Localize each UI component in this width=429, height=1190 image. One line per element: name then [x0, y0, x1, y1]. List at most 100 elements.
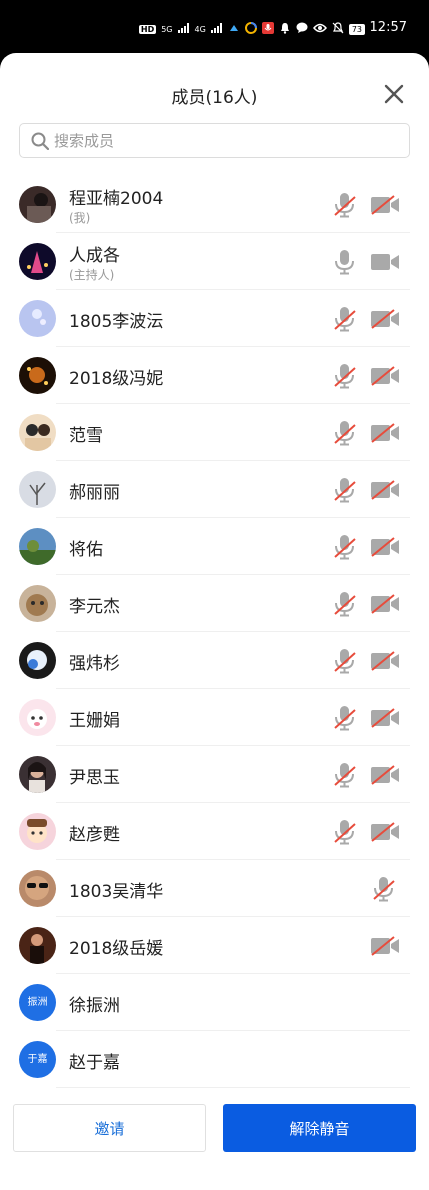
signal-icon — [210, 23, 223, 35]
camera-off-icon[interactable] — [370, 765, 400, 785]
camera-off-icon[interactable] — [370, 423, 400, 443]
member-role-label: (主持人) — [69, 268, 115, 282]
member-row[interactable]: 郝丽丽 — [0, 461, 429, 518]
app-icon — [244, 22, 257, 36]
avatar — [19, 300, 56, 337]
notification-bell-icon — [279, 22, 291, 36]
camera-off-icon[interactable] — [370, 936, 400, 956]
network-5g: 5G — [161, 24, 173, 34]
member-row[interactable]: 李元杰 — [0, 575, 429, 632]
member-name: 程亚楠2004 — [69, 189, 164, 209]
avatar — [19, 642, 56, 679]
camera-off-icon[interactable] — [370, 480, 400, 500]
avatar: 于嘉 — [19, 1041, 56, 1078]
member-name: 尹思玉 — [69, 768, 120, 788]
camera-off-icon[interactable] — [370, 822, 400, 842]
chat-bubble-icon — [296, 22, 308, 36]
search-box[interactable] — [19, 123, 410, 158]
avatar — [19, 528, 56, 565]
recording-icon — [261, 22, 274, 36]
member-name: 强炜杉 — [69, 654, 120, 674]
row-divider — [56, 1087, 410, 1088]
avatar — [19, 186, 56, 223]
camera-off-icon[interactable] — [370, 537, 400, 557]
member-name: 2018级冯妮 — [69, 369, 164, 389]
eye-icon — [312, 23, 327, 35]
avatar — [19, 243, 56, 280]
member-name: 1805李波沄 — [69, 312, 164, 332]
invite-button[interactable]: 邀请 — [13, 1104, 206, 1152]
camera-off-icon[interactable] — [370, 651, 400, 671]
camera-off-icon[interactable] — [370, 195, 400, 215]
member-row[interactable]: 1803吴清华 — [0, 860, 429, 917]
member-row[interactable]: 1805李波沄 — [0, 290, 429, 347]
member-row[interactable]: 于嘉 赵于嘉 — [0, 1031, 429, 1088]
member-row[interactable]: 程亚楠2004 (我) — [0, 176, 429, 233]
member-name: 1803吴清华 — [69, 882, 164, 902]
status-bar: HD 5G 4G 73 12:57 — [0, 0, 429, 56]
member-row[interactable]: 尹思玉 — [0, 746, 429, 803]
member-name: 郝丽丽 — [69, 483, 120, 503]
member-row[interactable]: 2018级冯妮 — [0, 347, 429, 404]
avatar — [19, 357, 56, 394]
search-input[interactable] — [54, 130, 394, 152]
members-panel: 成员(16人) 程亚楠2004 (我) 人成各 (主持人) 1805李波沄 2018级冯妮… — [0, 53, 429, 1190]
avatar — [19, 927, 56, 964]
hd-indicator: HD — [138, 24, 157, 34]
member-row[interactable]: 赵彦甦 — [0, 803, 429, 860]
avatar — [19, 414, 56, 451]
mic-muted-icon[interactable] — [333, 591, 357, 617]
member-row[interactable]: 振洲 徐振洲 — [0, 974, 429, 1031]
mic-muted-icon[interactable] — [333, 648, 357, 674]
member-name: 范雪 — [69, 426, 103, 446]
member-row[interactable]: 人成各 (主持人) — [0, 233, 429, 290]
member-name: 王姗娟 — [69, 711, 120, 731]
mic-muted-icon[interactable] — [333, 819, 357, 845]
avatar — [19, 870, 56, 907]
panel-title: 成员(16人) — [171, 88, 258, 108]
member-list: 程亚楠2004 (我) 人成各 (主持人) 1805李波沄 2018级冯妮 范雪郝丽丽将佑李… — [0, 176, 429, 1088]
camera-off-icon[interactable] — [370, 366, 400, 386]
close-icon[interactable] — [383, 83, 405, 105]
camera-off-icon[interactable] — [370, 594, 400, 614]
member-row[interactable]: 强炜杉 — [0, 632, 429, 689]
camera-icon[interactable] — [370, 252, 400, 272]
signal-icon — [177, 23, 190, 35]
avatar: 振洲 — [19, 984, 56, 1021]
mic-muted-icon[interactable] — [333, 762, 357, 788]
avatar — [19, 585, 56, 622]
member-row[interactable]: 范雪 — [0, 404, 429, 461]
mic-muted-icon[interactable] — [333, 192, 357, 218]
mute-bell-icon — [332, 22, 344, 36]
avatar — [19, 813, 56, 850]
member-name: 赵于嘉 — [69, 1053, 120, 1073]
mic-icon[interactable] — [333, 249, 357, 275]
avatar — [19, 756, 56, 793]
avatar — [19, 699, 56, 736]
network-4g: 4G — [194, 24, 206, 34]
member-row[interactable]: 将佑 — [0, 518, 429, 575]
camera-off-icon[interactable] — [370, 708, 400, 728]
cloud-icon — [228, 24, 240, 34]
battery-indicator: 73 — [348, 23, 365, 35]
camera-off-icon[interactable] — [370, 309, 400, 329]
member-name: 人成各 — [69, 246, 120, 266]
mic-muted-icon[interactable] — [372, 876, 396, 902]
member-name: 赵彦甦 — [69, 825, 120, 845]
mic-muted-icon[interactable] — [333, 306, 357, 332]
member-name: 2018级岳媛 — [69, 939, 164, 959]
member-name: 李元杰 — [69, 597, 120, 617]
member-name: 徐振洲 — [69, 996, 120, 1016]
member-row[interactable]: 2018级岳媛 — [0, 917, 429, 974]
unmute-button[interactable]: 解除静音 — [223, 1104, 416, 1152]
mic-muted-icon[interactable] — [333, 534, 357, 560]
status-time: 12:57 — [369, 20, 407, 35]
search-icon — [31, 132, 49, 150]
avatar — [19, 471, 56, 508]
member-role-label: (我) — [69, 211, 91, 225]
mic-muted-icon[interactable] — [333, 705, 357, 731]
mic-muted-icon[interactable] — [333, 363, 357, 389]
mic-muted-icon[interactable] — [333, 420, 357, 446]
mic-muted-icon[interactable] — [333, 477, 357, 503]
member-row[interactable]: 王姗娟 — [0, 689, 429, 746]
